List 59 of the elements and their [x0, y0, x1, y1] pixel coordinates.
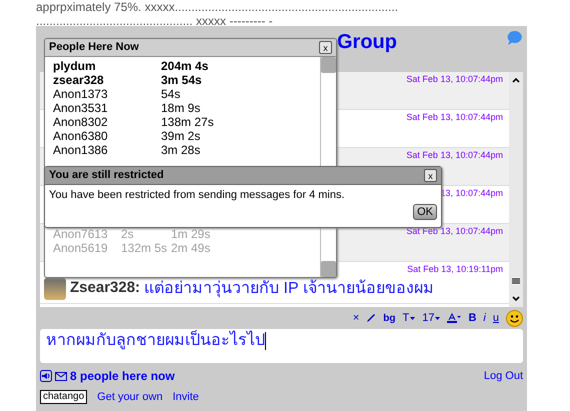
person-name[interactable]: Anon1373 [53, 87, 161, 101]
time-online: 132m 5s [121, 241, 168, 255]
font-size-button[interactable]: 17 [422, 310, 440, 326]
message-timestamp: Sat Feb 13, 10:07:44pm [406, 111, 504, 124]
message-timestamp: Sat Feb 13, 10:19:11pm [407, 263, 504, 276]
avatar-photo [44, 278, 66, 300]
page-text: apprpximately 75%. xxxxx................................................................... [36, 0, 400, 14]
clear-format-button[interactable]: × [352, 310, 360, 326]
scrollbar[interactable] [509, 72, 523, 307]
dialog-message: You have been restricted from sending messages for 4 mins. [48, 188, 346, 203]
chat-title: Group [337, 30, 397, 55]
time-online: 3m 28s [161, 143, 200, 157]
speaker-icon[interactable] [40, 370, 52, 382]
time-online: 18m 9s [161, 101, 200, 115]
time-online: 54s [161, 87, 180, 101]
get-your-own-link[interactable]: Get your own [97, 388, 163, 406]
person-name[interactable]: Anon8302 [53, 115, 161, 129]
dialog-title: You are still restricted [49, 168, 165, 184]
underline-button[interactable]: u [492, 310, 499, 326]
italic-button[interactable]: i [483, 310, 486, 326]
message-input[interactable]: หากผมกับลูกชายผมเป็นอะไรไป [40, 329, 523, 363]
scroll-grip-icon[interactable] [512, 278, 520, 284]
person-name[interactable]: Anon1386 [53, 143, 161, 157]
close-button[interactable]: x [319, 41, 332, 54]
caret-icon [435, 316, 440, 320]
close-button[interactable]: x [424, 169, 437, 182]
popup-title: People Here Now [49, 40, 140, 56]
message-author[interactable]: Zsear328: [70, 277, 140, 300]
envelope-icon[interactable] [55, 372, 67, 380]
page-text: ............................................... xxxxx --------- - [36, 14, 274, 28]
time-online: 3m 54s [161, 73, 202, 87]
background-button[interactable]: bg [383, 310, 396, 326]
bold-button[interactable]: B [468, 310, 476, 326]
invite-link[interactable]: Invite [172, 388, 199, 406]
message-text: แต่อย่ามาวุ่นวายกับ IP เจ้านายน้อยของผม [144, 278, 434, 300]
people-count-link[interactable]: 8 people here now [70, 367, 175, 385]
time-online: 1m 29s [171, 227, 210, 241]
message-timestamp: Sat Feb 13, 10:07:44pm [406, 73, 504, 86]
caret-icon [410, 316, 416, 320]
message-timestamp: Sat Feb 13, 10:07:44pm [406, 225, 504, 238]
logout-link[interactable]: Log Out [484, 368, 523, 384]
person-name[interactable]: Anon3531 [53, 101, 161, 115]
smiley-icon[interactable] [506, 310, 523, 326]
time-online: 2s [121, 227, 135, 241]
text-color-icon[interactable] [447, 313, 462, 323]
chevron-down-icon[interactable] [511, 294, 521, 304]
font-button[interactable]: T [402, 310, 416, 326]
person-name[interactable]: plydum [53, 59, 161, 73]
person-name[interactable]: Anon6380 [53, 129, 161, 143]
pen-icon[interactable] [366, 313, 376, 323]
time-online: 138m 27s [161, 115, 214, 129]
message-timestamp: Sat Feb 13, 10:07:44pm [406, 149, 504, 162]
chevron-up-icon[interactable] [511, 75, 521, 85]
chatango-logo[interactable]: chatango [40, 390, 88, 404]
ok-button[interactable]: OK [413, 204, 437, 220]
time-online: 39m 2s [161, 129, 200, 143]
time-online: 2m 49s [171, 241, 210, 255]
person-name[interactable]: zsear328 [53, 73, 161, 87]
time-online: 204m 4s [161, 59, 208, 73]
